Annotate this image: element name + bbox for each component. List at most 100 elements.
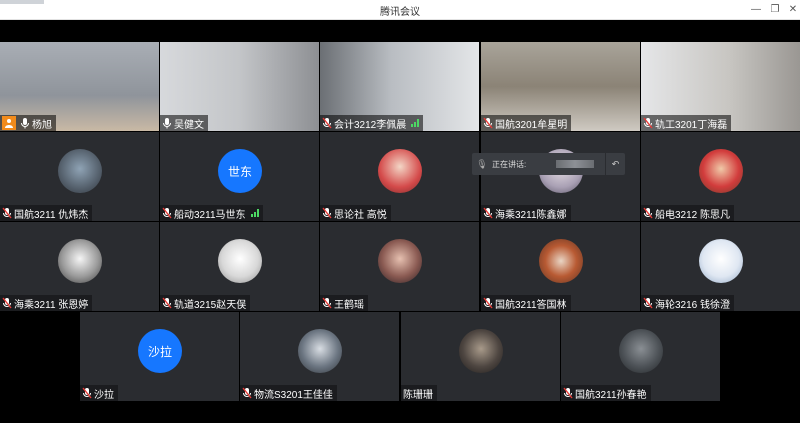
mic-muted-icon bbox=[322, 297, 332, 309]
participant-tile[interactable]: 物流S3201王佳佳 bbox=[240, 312, 399, 401]
participant-namebar: 沙拉 bbox=[80, 385, 118, 401]
participant-namebar: 国航3211 仇炜杰 bbox=[0, 205, 93, 221]
participant-name: 海乘3211 张恩婷 bbox=[14, 299, 89, 311]
participant-namebar: 轨工3201丁海磊 bbox=[641, 115, 732, 131]
participant-tile[interactable]: 王鹤瑶 bbox=[320, 222, 479, 311]
participant-avatar: 世东 bbox=[218, 149, 262, 193]
participant-avatar bbox=[378, 239, 422, 283]
participant-name: 海乘3211陈鑫娜 bbox=[495, 209, 567, 221]
participant-name: 船动3211马世东 bbox=[174, 209, 246, 221]
mic-muted-icon bbox=[643, 297, 653, 309]
participant-tile[interactable]: 国航3211 仇炜杰 bbox=[0, 132, 159, 221]
participant-tile[interactable]: 轨道3215赵天俣 bbox=[160, 222, 319, 311]
participant-tile[interactable]: 思论社 高悦 bbox=[320, 132, 479, 221]
participant-name: 思论社 高悦 bbox=[334, 209, 387, 221]
participant-namebar: 物流S3201王佳佳 bbox=[240, 385, 337, 401]
collapse-icon[interactable]: ↶ bbox=[605, 153, 625, 175]
participant-name: 轨道3215赵天俣 bbox=[174, 299, 247, 311]
mic-muted-icon bbox=[483, 297, 493, 309]
participant-namebar: 海轮3216 钱徐澄 bbox=[641, 295, 735, 311]
participant-name: 国航3201牟星明 bbox=[495, 119, 568, 131]
restore-button[interactable]: ❐ bbox=[767, 2, 783, 18]
participant-name: 会计3212李佩晨 bbox=[334, 119, 407, 131]
participant-name: 国航3211 仇炜杰 bbox=[14, 209, 89, 221]
participant-name: 海轮3216 钱徐澄 bbox=[655, 299, 731, 311]
participant-name: 船电3212 陈思凡 bbox=[655, 209, 731, 221]
participant-namebar: 杨旭 bbox=[0, 115, 56, 131]
participant-avatar bbox=[619, 329, 663, 373]
participant-namebar: 国航3211答国林 bbox=[481, 295, 571, 311]
participant-avatar bbox=[378, 149, 422, 193]
window-title: 腾讯会议 bbox=[380, 7, 420, 18]
participant-namebar: 海乘3211 张恩婷 bbox=[0, 295, 93, 311]
participant-name: 陈珊珊 bbox=[403, 389, 433, 401]
participant-name: 吴健文 bbox=[174, 119, 204, 131]
mic-muted-icon bbox=[483, 117, 493, 129]
mic-muted-icon bbox=[242, 387, 252, 399]
mic-icon: 🎙 bbox=[476, 158, 488, 169]
mic-muted-icon bbox=[643, 117, 653, 129]
mic-muted-icon bbox=[162, 207, 172, 219]
mic-icon bbox=[162, 117, 172, 129]
participant-avatar bbox=[58, 239, 102, 283]
participant-tile[interactable]: 海轮3216 钱徐澄 bbox=[641, 222, 800, 311]
participant-namebar: 吴健文 bbox=[160, 115, 208, 131]
participant-name: 杨旭 bbox=[32, 119, 52, 131]
participant-tile[interactable]: 吴健文 bbox=[160, 42, 319, 131]
signal-icon bbox=[250, 209, 259, 217]
participant-namebar: 国航3201牟星明 bbox=[481, 115, 572, 131]
participant-namebar: 陈珊珊 bbox=[401, 385, 437, 401]
participant-namebar: 会计3212李佩晨 bbox=[320, 115, 424, 131]
participant-tile[interactable]: 国航3201牟星明 bbox=[481, 42, 640, 131]
video-grid: 杨旭 吴健文 会计3212李佩晨 国航3201牟星明 轨工3201丁海磊 国航3… bbox=[0, 20, 800, 423]
participant-avatar bbox=[58, 149, 102, 193]
participant-avatar bbox=[539, 239, 583, 283]
participant-tile[interactable]: 轨工3201丁海磊 bbox=[641, 42, 800, 131]
participant-name: 沙拉 bbox=[94, 389, 114, 401]
participant-tile[interactable]: 陈珊珊 bbox=[401, 312, 560, 401]
participant-tile[interactable]: 国航3211答国林 bbox=[481, 222, 640, 311]
mic-icon bbox=[20, 117, 30, 129]
mic-muted-icon bbox=[563, 387, 573, 399]
minimize-button[interactable]: — bbox=[748, 2, 764, 18]
mic-muted-icon bbox=[322, 207, 332, 219]
participant-avatar bbox=[699, 239, 743, 283]
participant-tile[interactable]: 沙拉 沙拉 bbox=[80, 312, 239, 401]
participant-avatar: 沙拉 bbox=[138, 329, 182, 373]
participant-namebar: 海乘3211陈鑫娜 bbox=[481, 205, 571, 221]
participant-namebar: 思论社 高悦 bbox=[320, 205, 391, 221]
participant-tile[interactable]: 世东 船动3211马世东 bbox=[160, 132, 319, 221]
participant-name: 国航3211孙春艳 bbox=[575, 389, 647, 401]
signal-icon bbox=[411, 119, 420, 127]
participant-namebar: 船动3211马世东 bbox=[160, 205, 263, 221]
participant-avatar bbox=[298, 329, 342, 373]
mic-muted-icon bbox=[82, 387, 92, 399]
participant-namebar: 王鹤瑶 bbox=[320, 295, 368, 311]
speaking-indicator[interactable]: 🎙 正在讲话: ↶ bbox=[472, 153, 625, 175]
participant-name: 王鹤瑶 bbox=[334, 299, 364, 311]
mic-muted-icon bbox=[643, 207, 653, 219]
participant-tile[interactable]: 会计3212李佩晨 bbox=[320, 42, 479, 131]
participant-tile[interactable]: 海乘3211陈鑫娜 bbox=[481, 132, 640, 221]
participant-tile[interactable]: 船电3212 陈思凡 bbox=[641, 132, 800, 221]
mic-muted-icon bbox=[162, 297, 172, 309]
participant-avatar bbox=[459, 329, 503, 373]
participant-name: 国航3211答国林 bbox=[495, 299, 567, 311]
participant-name: 轨工3201丁海磊 bbox=[655, 119, 728, 131]
participant-avatar bbox=[218, 239, 262, 283]
window-titlebar: 腾讯会议 — ❐ ✕ bbox=[0, 0, 800, 20]
participant-namebar: 船电3212 陈思凡 bbox=[641, 205, 735, 221]
mic-muted-icon bbox=[2, 207, 12, 219]
speaking-label: 正在讲话: bbox=[492, 159, 527, 169]
participant-namebar: 国航3211孙春艳 bbox=[561, 385, 651, 401]
participant-namebar: 轨道3215赵天俣 bbox=[160, 295, 251, 311]
participant-avatar bbox=[699, 149, 743, 193]
participant-tile[interactable]: 海乘3211 张恩婷 bbox=[0, 222, 159, 311]
participant-tile[interactable]: 杨旭 bbox=[0, 42, 159, 131]
participant-tile[interactable]: 国航3211孙春艳 bbox=[561, 312, 720, 401]
close-button[interactable]: ✕ bbox=[785, 2, 800, 18]
mic-muted-icon bbox=[322, 117, 332, 129]
host-icon bbox=[2, 116, 16, 130]
speaker-name-mask bbox=[556, 160, 595, 168]
mic-muted-icon bbox=[483, 207, 493, 219]
